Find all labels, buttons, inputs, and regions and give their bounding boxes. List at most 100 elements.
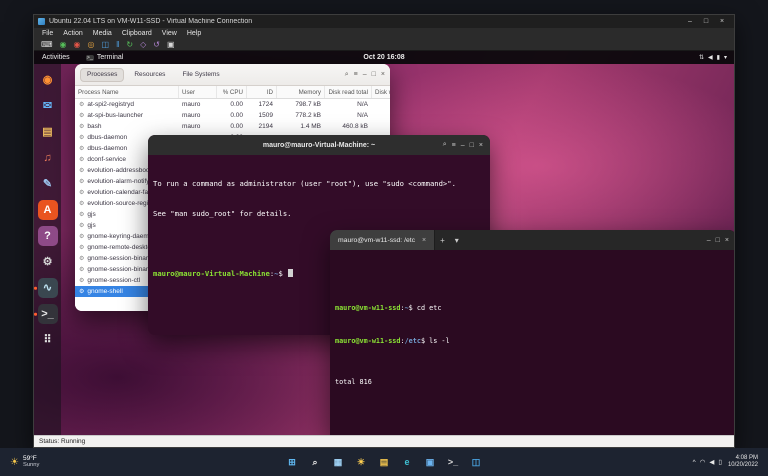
ctrl-alt-del-icon[interactable]: ⌨ <box>41 41 53 49</box>
dock-files[interactable]: ▤ <box>38 122 58 142</box>
menu-icon[interactable]: ≡ <box>452 142 456 149</box>
process-name: bash <box>87 123 101 130</box>
taskbar-hyper-v[interactable]: ◫ <box>466 451 486 473</box>
dock-settings[interactable]: ⚙ <box>38 252 58 272</box>
minimize-button[interactable]: – <box>707 237 711 244</box>
terminal-command-line: mauro@vm-w11-ssd:~$ cd etc <box>335 304 731 312</box>
dock-thunderbird[interactable]: ✉ <box>38 96 58 116</box>
process-id: 1509 <box>247 112 277 119</box>
pause-icon[interactable]: ‖ <box>116 41 119 49</box>
process-icon: ⚙ <box>79 101 84 108</box>
save-state-icon[interactable]: ◫ <box>102 41 110 49</box>
vm-menu-item[interactable]: View <box>157 30 182 37</box>
shutdown-icon[interactable]: ◎ <box>88 41 95 49</box>
column-header[interactable]: Disk read total <box>325 86 372 98</box>
minimize-button[interactable]: – <box>363 71 367 78</box>
process-row[interactable]: ⚙bash mauro 0.00 2194 1.4 MB 460.8 kB <box>75 121 390 132</box>
minimize-button[interactable]: – <box>682 16 698 28</box>
column-header[interactable]: % CPU <box>217 86 247 98</box>
process-name: evolution-source-regis... <box>87 200 156 207</box>
maximize-button[interactable]: □ <box>372 71 376 78</box>
column-header[interactable]: Memory <box>277 86 325 98</box>
dock-help[interactable]: ? <box>38 226 58 246</box>
tab-resources[interactable]: Resources <box>127 68 172 82</box>
column-header[interactable]: ID <box>247 86 277 98</box>
terminal-tab[interactable]: mauro@vm-w11-ssd: /etc × <box>330 230 435 250</box>
terminal-output[interactable]: mauro@vm-w11-ssd:~$ cd etc mauro@vm-w11-… <box>330 250 734 435</box>
process-icon: ⚙ <box>79 112 84 119</box>
taskbar-clock[interactable]: 4:08 PM 10/20/2022 <box>728 455 758 469</box>
maximize-button[interactable]: □ <box>716 237 720 244</box>
column-header[interactable]: Disk writ <box>372 86 390 98</box>
menu-icon[interactable]: ≡ <box>354 71 358 78</box>
tab-close-icon[interactable]: × <box>422 237 426 244</box>
close-button[interactable]: × <box>479 142 483 149</box>
ubuntu-system-tray[interactable]: ⇅◀▮▾ <box>699 54 727 61</box>
activities-button[interactable]: Activities <box>42 54 70 61</box>
revert-icon[interactable]: ↺ <box>153 41 160 49</box>
dock-firefox[interactable]: ◉ <box>38 70 58 90</box>
taskbar-edge[interactable]: e <box>397 451 417 473</box>
maximize-button[interactable]: □ <box>698 16 714 28</box>
taskbar-task-view[interactable]: ▦ <box>328 451 348 473</box>
vm-menu-item[interactable]: Clipboard <box>117 30 157 37</box>
dock-terminal[interactable]: >_ <box>38 304 58 324</box>
tab-processes[interactable]: Processes <box>80 68 124 82</box>
weather-widget[interactable]: ☀ 59°F Sunny <box>10 455 39 469</box>
clock-button[interactable]: Oct 20 16:08 <box>363 54 404 61</box>
vm-menu-item[interactable]: Help <box>182 30 206 37</box>
dock-app-icon: ⠿ <box>43 335 51 346</box>
vm-menu-item[interactable]: Action <box>58 30 87 37</box>
search-icon[interactable]: ⌕ <box>443 141 447 149</box>
dock-libreoffice-writer[interactable]: ✎ <box>38 174 58 194</box>
process-name: gjs <box>87 222 95 229</box>
dock-ubuntu-software[interactable]: A <box>38 200 58 220</box>
taskbar-terminal[interactable]: >_ <box>443 451 463 473</box>
minimize-button[interactable]: – <box>461 142 465 149</box>
battery-icon[interactable]: ▯ <box>718 458 722 466</box>
dock-system-monitor[interactable]: ∿ <box>38 278 58 298</box>
taskbar-store[interactable]: ▣ <box>420 451 440 473</box>
checkpoint-icon[interactable]: ◇ <box>140 41 146 49</box>
tab-title: mauro@vm-w11-ssd: /etc <box>338 237 415 244</box>
wifi-icon[interactable]: ◠ <box>700 458 706 466</box>
close-button[interactable]: × <box>725 237 729 244</box>
enhanced-session-icon[interactable]: ▣ <box>167 41 175 49</box>
terminal-window-2: mauro@vm-w11-ssd: /etc × + ▾ – □ × <box>330 230 734 435</box>
reset-icon[interactable]: ↻ <box>126 41 133 49</box>
start-vm-icon[interactable]: ◉ <box>60 41 67 49</box>
dock-app-grid[interactable]: ⠿ <box>38 330 58 350</box>
taskbar-app-icon: ◫ <box>472 458 481 467</box>
new-tab-button[interactable]: + <box>435 236 450 245</box>
vm-menu-item[interactable]: Media <box>88 30 117 37</box>
taskbar-widgets[interactable]: ☀ <box>351 451 371 473</box>
vm-display[interactable]: Activities >_ Terminal Oct 20 16:08 ⇅◀▮▾… <box>34 51 734 435</box>
terminal-headerbar[interactable]: mauro@mauro-Virtual-Machine: ~ ⌕ ≡ – □ × <box>148 135 490 155</box>
process-cpu: 0.00 <box>217 112 247 119</box>
tray-chevron-icon[interactable]: ^ <box>693 459 696 466</box>
tab-file-systems[interactable]: File Systems <box>175 68 226 82</box>
taskbar-file-explorer[interactable]: ▤ <box>374 451 394 473</box>
search-icon[interactable]: ⌕ <box>345 71 349 79</box>
column-header[interactable]: Process Name <box>75 86 179 98</box>
process-row[interactable]: ⚙at-spi-bus-launcher mauro 0.00 1509 778… <box>75 110 390 121</box>
prompt-dollar: $ <box>279 269 288 278</box>
tab-list-caret-icon[interactable]: ▾ <box>450 236 464 245</box>
taskbar-search[interactable]: ⌕ <box>305 451 325 473</box>
taskbar-start[interactable]: ⊞ <box>282 451 302 473</box>
close-button[interactable]: × <box>381 71 385 78</box>
dock-rhythmbox[interactable]: ♫ <box>38 148 58 168</box>
process-disk-read: 460.8 kB <box>325 123 372 130</box>
process-icon: ⚙ <box>79 244 84 251</box>
process-row[interactable]: ⚙at-spi2-registryd mauro 0.00 1724 798.7… <box>75 99 390 110</box>
turn-off-icon[interactable]: ◉ <box>74 41 81 49</box>
maximize-button[interactable]: □ <box>470 142 474 149</box>
close-button[interactable]: × <box>714 16 730 28</box>
column-header[interactable]: User <box>179 86 217 98</box>
focused-app-menu[interactable]: >_ Terminal <box>86 54 124 61</box>
dock-app-icon: ⚙ <box>43 257 53 268</box>
volume-icon[interactable]: ◀ <box>709 458 714 466</box>
command-text: ls -l <box>429 337 449 345</box>
process-disk-read: N/A <box>325 112 372 119</box>
vm-menu-item[interactable]: File <box>37 30 58 37</box>
